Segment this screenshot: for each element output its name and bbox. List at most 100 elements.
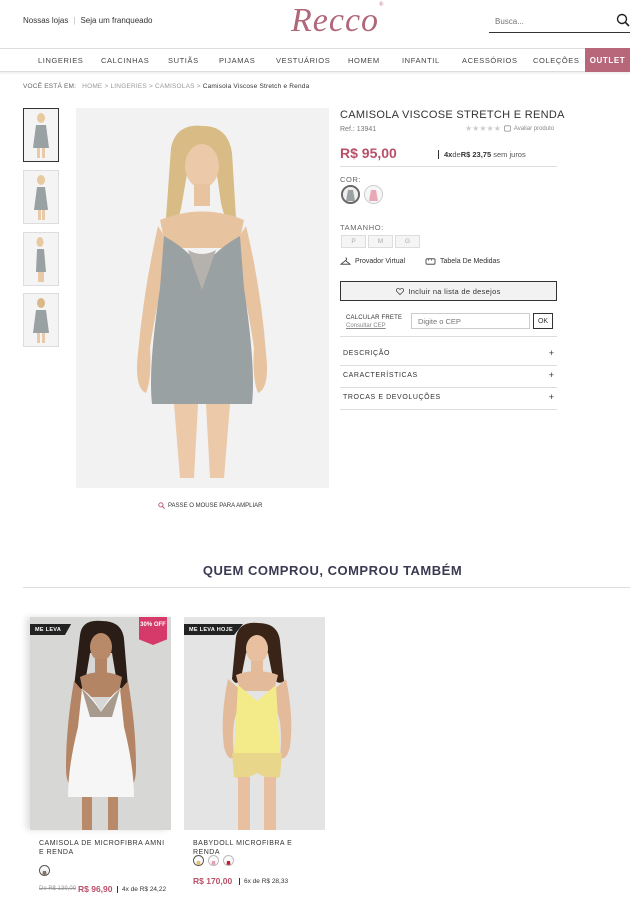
installment-de: de xyxy=(452,150,461,159)
size-p-button[interactable]: P xyxy=(341,235,366,248)
hanger-icon xyxy=(340,257,351,265)
nav-item-acessorios[interactable]: ACESSÓRIOS xyxy=(462,56,518,65)
top-links: Nossas lojas | Seja um franqueado xyxy=(23,16,153,25)
heart-icon xyxy=(396,287,405,295)
related-product-card[interactable]: ME LEVA HOJE BABYDOLL MICROFIBRA E RENDA… xyxy=(184,617,325,886)
divider xyxy=(340,166,557,167)
product-main-image[interactable] xyxy=(76,108,329,488)
product-thumbnail[interactable] xyxy=(23,293,59,347)
color-swatch-gray[interactable] xyxy=(341,185,360,204)
accordion-returns[interactable]: TROCAS E DEVOLUÇÕES + xyxy=(340,388,557,410)
color-swatch[interactable] xyxy=(39,865,50,876)
link-separator: | xyxy=(73,16,76,25)
accordion-description[interactable]: DESCRIÇÃO + xyxy=(340,344,557,366)
size-label: TAMANHO: xyxy=(340,223,384,232)
cep-input[interactable] xyxy=(411,313,530,329)
dress-profile-thumb-image xyxy=(26,234,56,284)
cep-ok-button[interactable]: OK xyxy=(533,313,553,329)
franchise-link[interactable]: Seja um franqueado xyxy=(80,16,152,25)
related-product-name[interactable]: CAMISOLA DE MICROFIBRA AMNI E RENDA xyxy=(39,839,167,857)
header: Nossas lojas | Seja um franqueado Recco® xyxy=(0,0,630,48)
accordion-label: DESCRIÇÃO xyxy=(343,350,391,357)
logo-text: Recco xyxy=(291,2,380,39)
product-thumbnail[interactable] xyxy=(23,232,59,286)
swatch-red-image xyxy=(224,860,233,865)
model-dress-image xyxy=(76,108,329,488)
related-product-card[interactable]: ME LEVA 30% OFF CAMISOLA DE MICROFIBRA A… xyxy=(30,617,171,894)
wishlist-button[interactable]: Incluir na lista de desejos xyxy=(340,281,557,301)
product-thumbnail[interactable] xyxy=(23,108,59,162)
color-swatch[interactable] xyxy=(208,855,219,866)
nav-item-homem[interactable]: HOMEM xyxy=(348,56,380,65)
product-rating: ★★★★★ Avaliar produto xyxy=(465,124,554,133)
product-price: R$ 95,00 xyxy=(340,145,397,161)
rating-stars-icon: ★★★★★ xyxy=(465,124,501,133)
measuring-tape-icon xyxy=(425,258,436,265)
installments: 4xdeR$ 23,75 sem juros xyxy=(438,150,526,159)
breadcrumb-current: Camisola Viscose Stretch e Renda xyxy=(202,83,310,90)
size-chart-link[interactable]: Tabela De Medidas xyxy=(425,257,500,266)
accordion-label: TROCAS E DEVOLUÇÕES xyxy=(343,394,441,401)
breadcrumb: VOCÊ ESTÁ EM: HOME > LINGERIES > CAMISOLA… xyxy=(23,83,309,90)
related-installments: 6x de R$ 28,33 xyxy=(239,878,288,885)
cep-lookup-link[interactable]: Consultar CEP xyxy=(346,323,386,329)
related-section-title: QUEM COMPROU, COMPROU TAMBÉM xyxy=(202,563,463,578)
expand-plus-icon: + xyxy=(548,348,554,358)
search-box xyxy=(489,11,630,33)
accordion-characteristics[interactable]: CARACTERÍSTICAS + xyxy=(340,366,557,388)
installment-suffix: sem juros xyxy=(491,150,526,159)
accordion-label: CARACTERÍSTICAS xyxy=(343,372,418,379)
breadcrumb-path[interactable]: HOME > LINGERIES > CAMISOLAS > xyxy=(82,83,203,90)
old-price: De R$ 139,00 xyxy=(39,886,77,892)
related-product-image[interactable]: ME LEVA HOJE xyxy=(184,617,325,830)
shipping-calculator: CALCULAR FRETE Consultar CEP OK xyxy=(340,309,557,337)
store-locator-link[interactable]: Nossas lojas xyxy=(23,16,68,25)
nav-item-vestuarios[interactable]: VESTUÁRIOS xyxy=(276,56,330,65)
virtual-fitting-label: Provador Virtual xyxy=(355,258,406,265)
nav-item-infantil[interactable]: INFANTIL xyxy=(402,56,440,65)
related-product-price: R$ 170,00 xyxy=(193,876,233,886)
zoom-hint-text: PASSE O MOUSE PARA AMPLIAR xyxy=(168,502,263,509)
promo-tag: ME LEVA xyxy=(30,624,72,635)
color-swatch[interactable] xyxy=(193,855,204,866)
color-label: COR: xyxy=(340,175,362,184)
size-m-button[interactable]: M xyxy=(368,235,393,248)
search-input[interactable] xyxy=(489,11,609,32)
related-product-image[interactable]: ME LEVA 30% OFF xyxy=(30,617,171,830)
yellow-babydoll-image xyxy=(184,617,325,830)
related-installments: 4x de R$ 24,22 xyxy=(117,886,166,893)
logo[interactable]: Recco® xyxy=(291,2,385,40)
virtual-fitting-link[interactable]: Provador Virtual xyxy=(340,257,405,266)
nav-shadow xyxy=(0,72,630,75)
dress-front-thumb-image xyxy=(26,110,56,160)
swatch-white-image xyxy=(40,870,49,875)
product-thumbnail[interactable] xyxy=(23,170,59,224)
nav-item-sutias[interactable]: SUTIÃS xyxy=(168,56,199,65)
product-title: CAMISOLA VISCOSE STRETCH E RENDA xyxy=(340,109,565,121)
white-nightgown-image xyxy=(30,617,171,830)
expand-plus-icon: + xyxy=(548,392,554,402)
search-icon[interactable] xyxy=(616,13,630,27)
swatch-gray-image xyxy=(343,187,358,202)
promo-tag: ME LEVA HOJE xyxy=(184,624,243,635)
nav-item-calcinhas[interactable]: CALCINHAS xyxy=(101,56,149,65)
expand-plus-icon: + xyxy=(548,370,554,380)
color-swatch-pink[interactable] xyxy=(364,185,383,204)
size-g-button[interactable]: G xyxy=(395,235,420,248)
nav-item-lingeries[interactable]: LINGERIES xyxy=(38,56,83,65)
breadcrumb-lead: VOCÊ ESTÁ EM: xyxy=(23,83,77,90)
shipping-label: CALCULAR FRETE xyxy=(346,315,403,321)
wishlist-label: Incluir na lista de desejos xyxy=(408,286,501,296)
zoom-icon xyxy=(158,502,165,509)
color-swatch[interactable] xyxy=(223,855,234,866)
related-product-price: R$ 96,90 xyxy=(78,884,113,894)
nav-item-pijamas[interactable]: PIJAMAS xyxy=(219,56,255,65)
nav-item-outlet[interactable]: OUTLET xyxy=(585,48,630,72)
dress-back-thumb-image xyxy=(26,295,56,345)
divider xyxy=(23,587,630,588)
swatch-pink-image xyxy=(366,187,381,202)
nav-item-colecoes[interactable]: COLEÇÕES xyxy=(533,56,579,65)
zoom-hint: PASSE O MOUSE PARA AMPLIAR xyxy=(158,502,262,509)
rate-product-link[interactable]: Avaliar produto xyxy=(514,126,554,132)
product-ref: Ref.: 13941 xyxy=(340,126,377,133)
